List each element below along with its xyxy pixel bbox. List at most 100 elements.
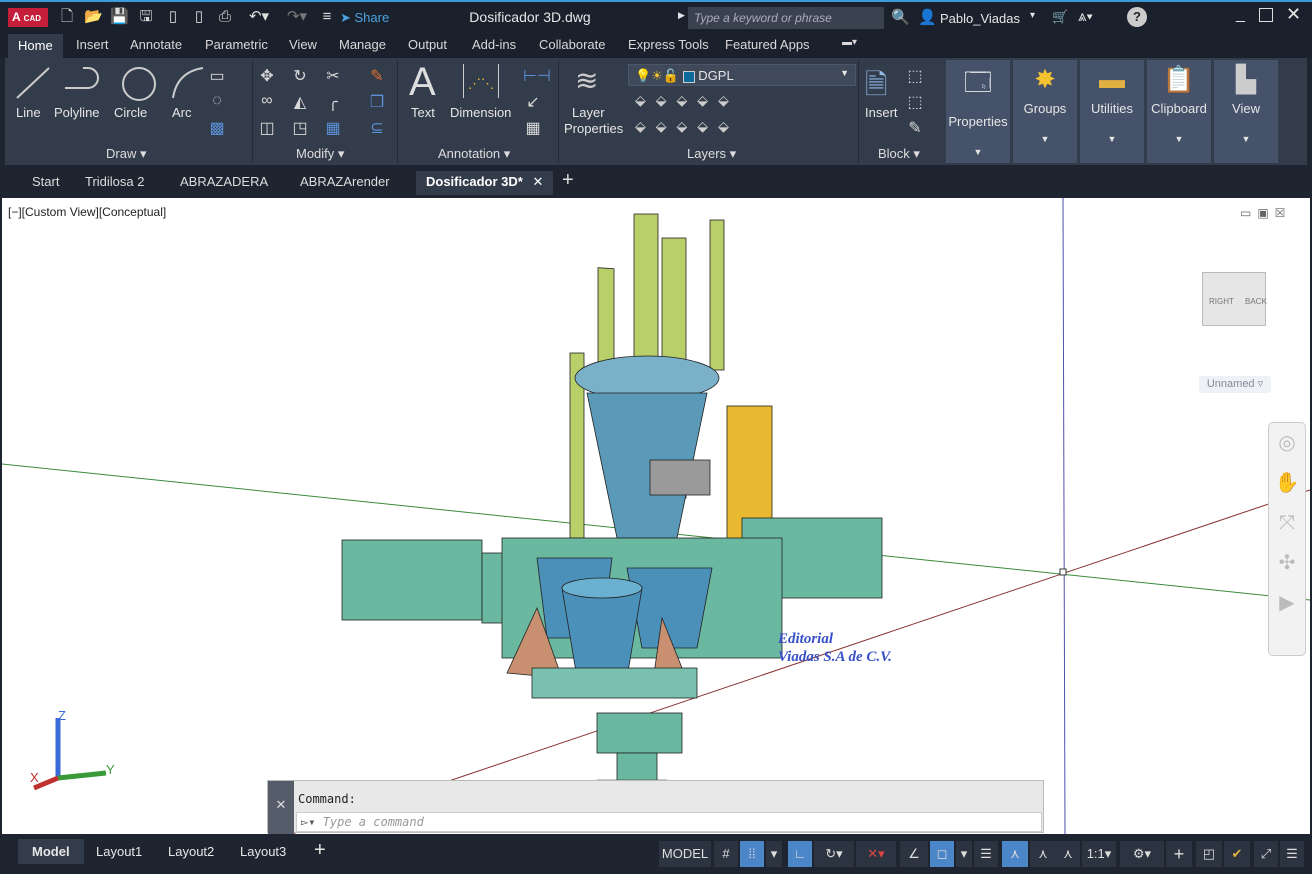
properties-panel[interactable]: 🗔 Properties ▼	[946, 60, 1010, 163]
redo-icon[interactable]: ↷▾	[282, 8, 312, 26]
rotate-icon[interactable]: ↻	[290, 66, 310, 86]
auto-scale-icon[interactable]: ⋏	[1030, 841, 1056, 867]
fullscreen-icon[interactable]: ⤢	[1254, 841, 1278, 867]
tab-output[interactable]: Output	[408, 37, 447, 52]
utilities-panel[interactable]: ▬ Utilities ▼	[1080, 60, 1144, 163]
new-tab-icon[interactable]: +	[562, 169, 574, 192]
text-button[interactable]: Text	[411, 105, 435, 120]
rectangle-icon[interactable]: ▭	[207, 66, 227, 86]
tab-model[interactable]: Model	[18, 839, 84, 864]
tab-collaborate[interactable]: Collaborate	[539, 37, 606, 52]
tab-layout1[interactable]: Layout1	[96, 844, 142, 859]
osnap-tracking-icon[interactable]: ∠	[900, 841, 928, 867]
tab-add-ins[interactable]: Add-ins	[472, 37, 516, 52]
view-panel[interactable]: ▙ View ▼	[1214, 60, 1278, 163]
open-icon[interactable]: 📂	[84, 8, 103, 26]
hatch-icon[interactable]: ▩	[207, 118, 227, 138]
polyline-button[interactable]: Polyline	[54, 105, 100, 120]
block-panel-label[interactable]: Block ▾	[878, 146, 920, 162]
command-line-handle[interactable]: ✕	[268, 781, 294, 834]
snap-dropdown-icon[interactable]: ▾	[766, 841, 782, 867]
line-button[interactable]: Line	[16, 105, 41, 120]
create-block-icon[interactable]: ⬚	[905, 66, 925, 86]
user-name[interactable]: Pablo_Viadas	[940, 11, 1020, 26]
scale-dropdown[interactable]: 1:1▾	[1082, 841, 1116, 867]
ellipse-icon[interactable]: ◌	[207, 92, 227, 110]
layers-panel-label[interactable]: Layers ▾	[687, 146, 736, 162]
draw-panel-label[interactable]: Draw ▾	[106, 146, 146, 162]
snap-icon[interactable]: ⁞⁞	[740, 841, 764, 867]
navigation-bar[interactable]: ◎ ✋ ⤧ ✣ ▶	[1268, 422, 1306, 656]
leader-icon[interactable]: ↙	[523, 92, 543, 112]
stretch-icon[interactable]: ◫	[257, 118, 277, 138]
minimize-icon[interactable]: _	[1236, 6, 1245, 24]
help-icon[interactable]: ?	[1127, 7, 1147, 27]
ortho-icon[interactable]: ∟	[788, 841, 812, 867]
command-input[interactable]: ▻▾ Type a command	[296, 812, 1042, 832]
app-logo[interactable]: A CAD	[8, 8, 48, 27]
viewcube-right[interactable]: RIGHT	[1209, 297, 1234, 306]
array-icon[interactable]: ▦	[323, 118, 343, 138]
explode-icon[interactable]: ❒	[367, 92, 387, 112]
scale-icon[interactable]: ◳	[290, 118, 310, 138]
customize-icon[interactable]: ≡	[318, 8, 336, 26]
modify-panel-label[interactable]: Modify ▾	[296, 146, 344, 162]
doc-tab-start[interactable]: Start	[32, 174, 59, 189]
arc-button[interactable]: Arc	[172, 105, 192, 120]
new-icon[interactable]: 🗋	[58, 8, 76, 26]
tab-layout3[interactable]: Layout3	[240, 844, 286, 859]
tab-featured-apps[interactable]: Featured Apps	[725, 37, 810, 52]
drawing-viewport[interactable]: Z Y X [−][Custom View][Conceptual] ▭▣☒ R…	[2, 198, 1310, 834]
dimension-button[interactable]: Dimension	[450, 105, 511, 120]
annotation-scale-icon[interactable]: ⋏	[1056, 841, 1080, 867]
tab-manage[interactable]: Manage	[339, 37, 386, 52]
units-icon[interactable]: ✔	[1224, 841, 1250, 867]
tab-parametric[interactable]: Parametric	[205, 37, 268, 52]
isolate-objects-icon[interactable]: ◰	[1196, 841, 1222, 867]
share-button[interactable]: ➤ Share	[340, 10, 389, 26]
save-web-icon[interactable]: ▯	[190, 8, 208, 26]
cart-icon[interactable]: 🛒	[1052, 9, 1068, 25]
viewcube-back[interactable]: BACK	[1245, 297, 1267, 306]
linear-dim-icon[interactable]: ⊢⊣	[523, 66, 551, 86]
doc-tab-abrazarender[interactable]: ABRAZArender	[300, 174, 390, 189]
copy-icon[interactable]: ∞	[257, 92, 277, 110]
viewcube[interactable]: RIGHT BACK	[1202, 272, 1267, 326]
offset-icon[interactable]: ⊆	[367, 118, 387, 138]
maximize-icon[interactable]	[1259, 8, 1273, 22]
expand-icon[interactable]: ▶	[678, 10, 685, 21]
layer-properties-label-1[interactable]: Layer	[572, 105, 605, 120]
trim-icon[interactable]: ✂	[323, 66, 343, 86]
close-tab-icon[interactable]: ✕	[532, 174, 543, 189]
annotation-panel-label[interactable]: Annotation ▾	[438, 146, 510, 162]
close-icon[interactable]: ✕	[1286, 4, 1301, 25]
autodesk-icon[interactable]: ⩓▾	[1078, 8, 1093, 25]
print-icon[interactable]: ⎙	[216, 8, 234, 26]
close-icon[interactable]: ✕	[268, 797, 294, 813]
clipboard-panel[interactable]: 📋 Clipboard ▼	[1147, 60, 1211, 163]
tab-annotate[interactable]: Annotate	[130, 37, 182, 52]
doc-tab-tridilosa[interactable]: Tridilosa 2	[85, 174, 144, 189]
undo-icon[interactable]: ↶▾	[244, 8, 274, 26]
layer-tools-row2[interactable]: ⬙⬙⬙⬙⬙	[635, 118, 739, 135]
doc-tab-dosificador[interactable]: Dosificador 3D* ✕	[416, 171, 554, 195]
layer-dropdown[interactable]: 💡☀🔓 DGPL ▼	[628, 64, 856, 86]
customization-menu-icon[interactable]: ☰	[1280, 841, 1304, 867]
insert-button[interactable]: Insert	[865, 105, 898, 120]
tab-insert[interactable]: Insert	[76, 37, 109, 52]
mirror-icon[interactable]: ◭	[290, 92, 310, 112]
erase-icon[interactable]: ✎	[367, 66, 387, 86]
tab-view[interactable]: View	[289, 37, 317, 52]
tab-express-tools[interactable]: Express Tools	[628, 37, 709, 52]
workspace-gear-icon[interactable]: ⚙▾	[1120, 841, 1164, 867]
model-space-button[interactable]: MODEL	[659, 841, 711, 867]
search-input[interactable]: Type a keyword or phrase	[688, 7, 884, 29]
named-view-dropdown[interactable]: Unnamed ▿	[1199, 376, 1271, 393]
tab-home[interactable]: Home	[8, 34, 63, 58]
lineweight-icon[interactable]: ☰	[974, 841, 998, 867]
tab-layout2[interactable]: Layout2	[168, 844, 214, 859]
fillet-icon[interactable]: ╭	[323, 92, 343, 112]
move-icon[interactable]: ✥	[257, 66, 277, 86]
grid-icon[interactable]: #	[714, 841, 738, 867]
save-icon[interactable]: 💾	[110, 8, 129, 26]
